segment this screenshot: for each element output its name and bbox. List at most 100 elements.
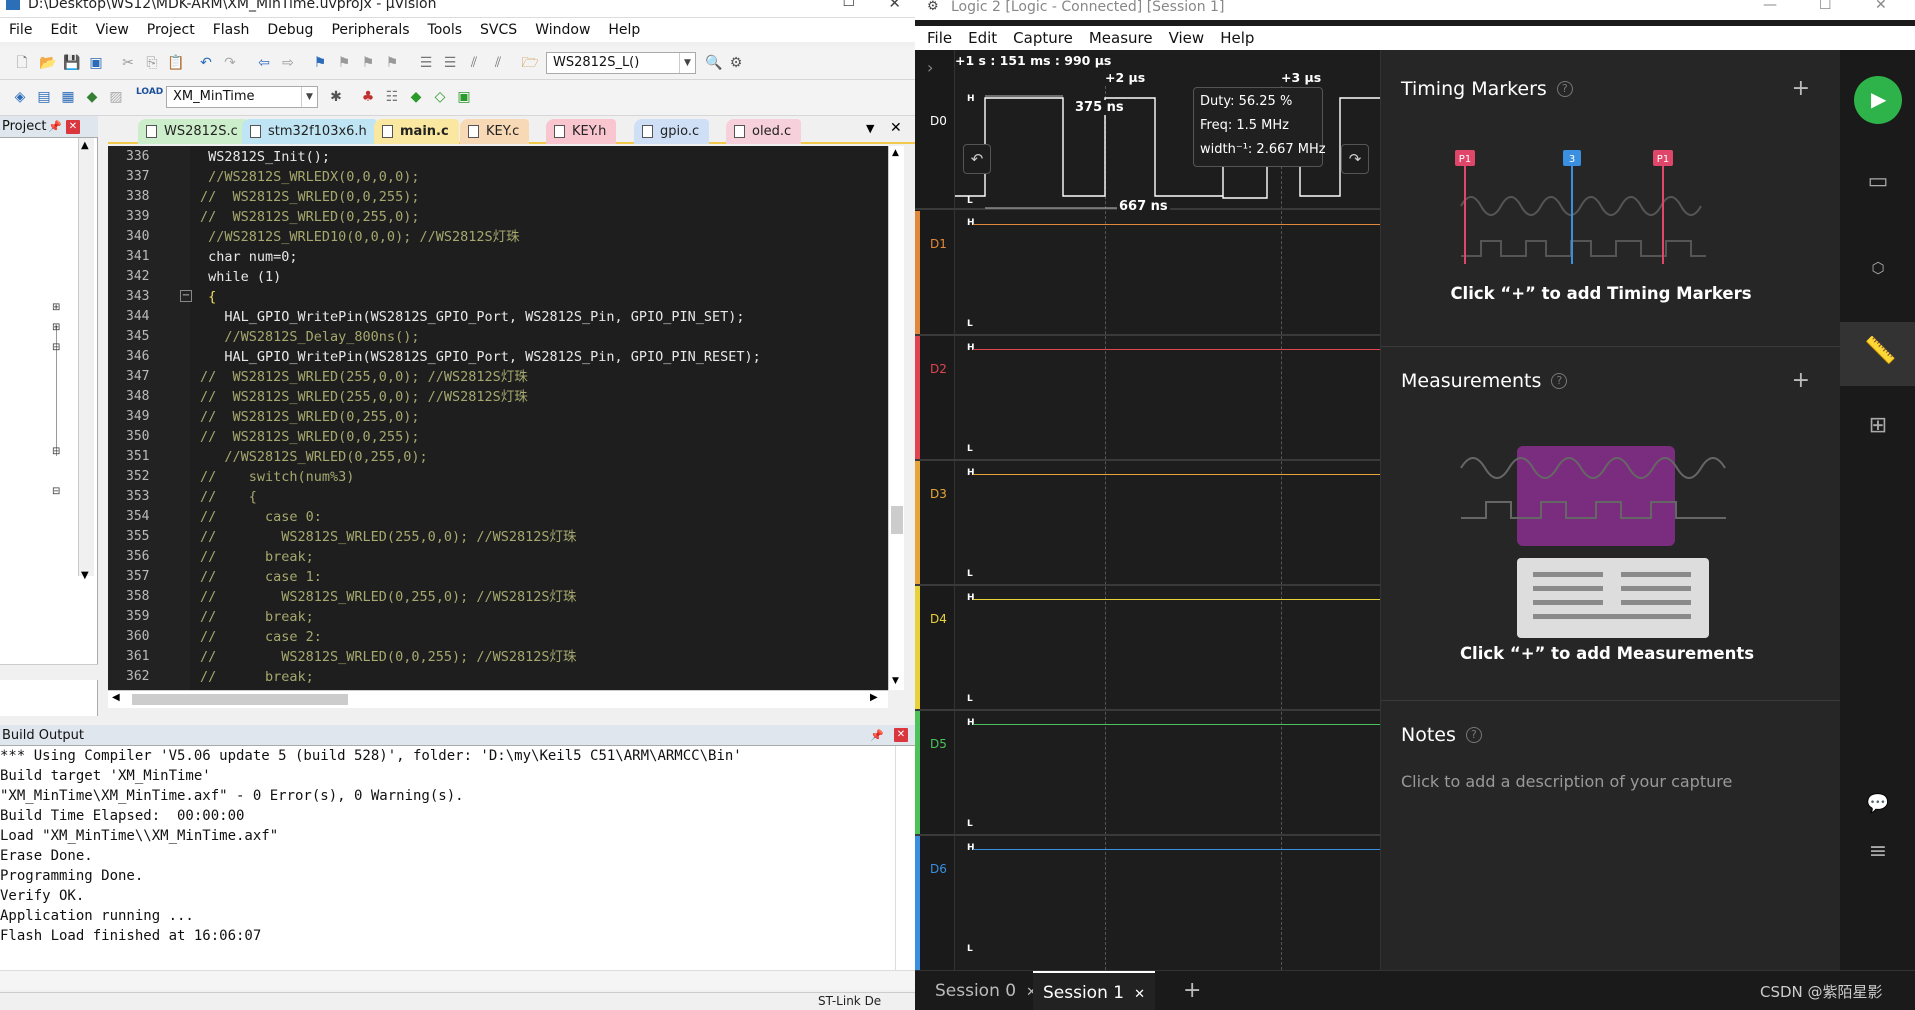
channel-d6[interactable]: D6 H L (915, 836, 1380, 970)
manage-components-icon[interactable]: ♣ (358, 87, 378, 107)
nav-forward-icon[interactable]: ⇨ (278, 53, 298, 73)
menu-capture[interactable]: Capture (1005, 29, 1081, 47)
code-line[interactable]: //WS2812S_WRLED10(0,0,0); //WS2812S灯珠 (200, 227, 519, 247)
tree-collapse-icon[interactable]: ⊟ (52, 342, 60, 353)
code-line[interactable]: // WS2812S_WRLED(0,0,255); //WS2812S灯珠 (200, 647, 577, 667)
menu-help[interactable]: Help (1212, 29, 1262, 47)
tab-key-c[interactable]: KEY.c (460, 119, 530, 144)
code-line[interactable]: // case 2: (200, 627, 322, 647)
chevron-down-icon[interactable]: ▼ (301, 87, 317, 107)
tab-session-1[interactable]: Session 1 ✕ (1033, 971, 1155, 1010)
run-time-env-icon[interactable]: ◇ (430, 87, 450, 107)
target-options-icon[interactable]: ✱ (326, 87, 346, 107)
code-line[interactable]: while (1) (200, 267, 281, 287)
code-line[interactable]: // { (200, 487, 257, 507)
uncomment-icon[interactable]: ⫽ (488, 53, 508, 73)
new-file-icon[interactable]: 🗋 (12, 53, 32, 73)
editor-vscroll[interactable]: ▲ ▼ (888, 146, 904, 690)
code-line[interactable]: // WS2812S_WRLED(255,0,0); //WS2812S灯珠 (200, 387, 528, 407)
unindent-icon[interactable]: ☰ (440, 53, 460, 73)
bookmark-icon[interactable]: ⚑ (310, 53, 330, 73)
search-combo[interactable]: WS2812S_L() ▼ (546, 52, 696, 74)
menu-view[interactable]: View (1161, 29, 1213, 47)
code-line[interactable]: // case 1: (200, 567, 322, 587)
waveform-area[interactable]: › +1 s : 151 ms : 990 µs +2 µs +3 µs D0 … (915, 50, 1380, 970)
feedback-icon[interactable]: 💬 (1858, 784, 1898, 824)
copy-icon[interactable]: ⎘ (142, 53, 162, 73)
menu-window[interactable]: Window (526, 22, 599, 38)
stop-build-icon[interactable]: ▨ (106, 87, 126, 107)
code-line[interactable]: { (200, 287, 216, 307)
tab-main-c[interactable]: main.c (374, 119, 459, 144)
code-line[interactable]: // break; (200, 547, 314, 567)
file-extensions-icon[interactable]: ☷ (382, 87, 402, 107)
extensions-icon[interactable]: ⊞ (1858, 406, 1898, 446)
measure-tab-active[interactable]: 📏 (1840, 322, 1915, 386)
minimize-icon[interactable]: — (1763, 0, 1777, 12)
debug-options-icon[interactable]: ⚙ (726, 53, 746, 73)
channel-d3[interactable]: D3 H L (915, 461, 1380, 586)
tree-collapse-icon[interactable]: ⊟ (52, 486, 60, 497)
save-all-icon[interactable]: ▣ (86, 53, 106, 73)
code-line[interactable]: // break; (200, 667, 314, 687)
tab-oled-c[interactable]: oled.c (726, 119, 802, 144)
comment-icon[interactable]: ⫽ (464, 53, 484, 73)
open-folder-icon[interactable]: 📂 (38, 53, 58, 73)
add-measurement-button[interactable]: + (1792, 368, 1810, 393)
code-area[interactable]: WS2812S_Init(); //WS2812S_WRLEDX(0,0,0,0… (200, 146, 888, 690)
project-vscroll[interactable]: ▲ ▼ (78, 138, 94, 581)
indent-icon[interactable]: ☰ (416, 53, 436, 73)
pin-icon[interactable]: 📌 (870, 725, 884, 746)
menu-help[interactable]: Help (599, 22, 649, 38)
code-line[interactable]: // WS2812S_WRLED(0,255,0); //WS2812S灯珠 (200, 587, 577, 607)
code-line[interactable]: WS2812S_Init(); (200, 147, 330, 167)
code-line[interactable]: // break; (200, 607, 314, 627)
bookmark-prev-icon[interactable]: ⚑ (334, 53, 354, 73)
tree-expand-icon[interactable]: ⊞ (52, 302, 60, 313)
code-line[interactable]: // switch(num%3) (200, 467, 354, 487)
menu-edit[interactable]: Edit (41, 22, 86, 38)
code-line[interactable]: // WS2812S_WRLED(0,0,255); (200, 427, 419, 447)
pin-icon[interactable]: 📌 (48, 116, 62, 138)
tab-ws2812s-c[interactable]: WS2812S.c (138, 119, 248, 144)
notes-input[interactable]: Click to add a description of your captu… (1401, 772, 1732, 791)
cut-icon[interactable]: ✂ (118, 53, 138, 73)
tab-session-0[interactable]: Session 0 ✕ (935, 971, 1037, 1010)
rebuild-icon[interactable]: ▦ (58, 87, 78, 107)
find-icon[interactable]: 🔍 (704, 53, 724, 73)
scroll-down-icon[interactable]: ▼ (892, 676, 899, 686)
code-line[interactable]: //WS2812S_Delay_800ns(); (200, 327, 419, 347)
channel-d1[interactable]: D1 H L (915, 211, 1380, 336)
start-capture-button[interactable]: ▶ (1854, 76, 1902, 124)
fold-icon[interactable]: − (180, 290, 192, 302)
paste-icon[interactable]: 📋 (166, 53, 186, 73)
menu-file[interactable]: File (919, 29, 960, 47)
target-combo[interactable]: XM_MinTime ▼ (166, 86, 318, 108)
scroll-down-icon[interactable]: ▼ (81, 570, 89, 581)
tree-expand-icon[interactable]: ⊞ (52, 322, 60, 333)
tab-gpio-c[interactable]: gpio.c (634, 119, 710, 144)
nav-back-icon[interactable]: ⇦ (254, 53, 274, 73)
code-line[interactable]: // case 0: (200, 507, 322, 527)
device-settings-icon[interactable]: ▭ (1858, 162, 1898, 202)
batch-build-icon[interactable]: ◆ (82, 87, 102, 107)
bookmark-clear-icon[interactable]: ⚑ (382, 53, 402, 73)
scroll-thumb[interactable] (132, 694, 348, 705)
menu-view[interactable]: View (87, 22, 138, 38)
menu-project[interactable]: Project (138, 22, 204, 38)
code-line[interactable]: //WS2812S_WRLEDX(0,0,0,0); (200, 167, 419, 187)
code-line[interactable]: HAL_GPIO_WritePin(WS2812S_GPIO_Port, WS2… (200, 347, 760, 367)
close-icon[interactable]: ✕ (888, 0, 901, 12)
translate-icon[interactable]: ◈ (10, 87, 30, 107)
channel-d5[interactable]: D5 H L (915, 711, 1380, 836)
build-hscroll[interactable] (0, 970, 915, 990)
scroll-left-icon[interactable]: ◀ (112, 692, 120, 703)
help-icon[interactable]: ? (1465, 727, 1482, 743)
build-output-text[interactable]: *** Using Compiler 'V5.06 update 5 (buil… (0, 746, 895, 970)
menu-tools[interactable]: Tools (419, 22, 472, 38)
code-line[interactable]: //WS2812S_WRLED(0,255,0); (200, 447, 427, 467)
code-line[interactable]: // WS2812S_WRLED(0,255,0); (200, 407, 419, 427)
close-icon[interactable]: ✕ (1875, 0, 1887, 12)
save-icon[interactable]: 💾 (62, 53, 82, 73)
build-icon[interactable]: ▤ (34, 87, 54, 107)
